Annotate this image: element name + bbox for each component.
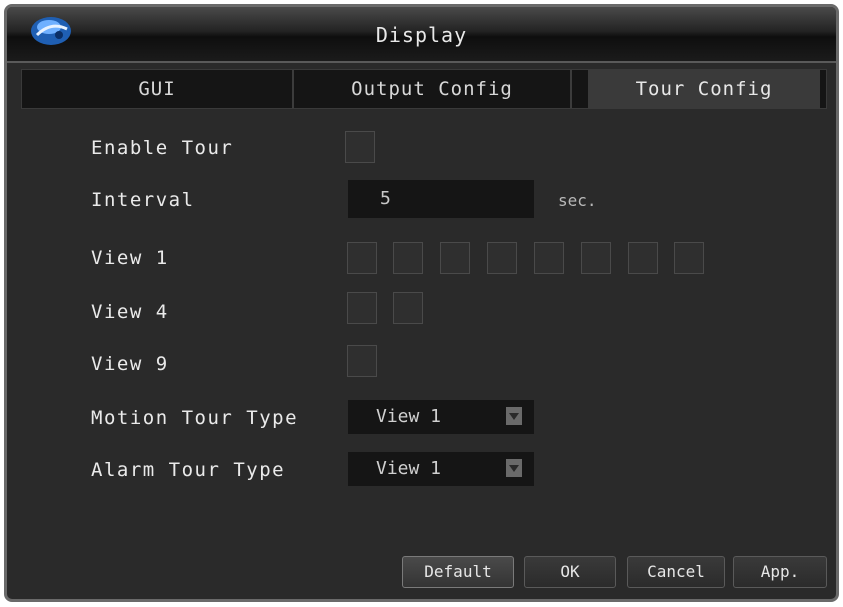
view4-channel-checkbox[interactable]	[347, 292, 377, 324]
default-button[interactable]: Default	[402, 556, 514, 588]
tab-bar: GUI Output Config Tour Config	[21, 69, 827, 109]
view1-label: View 1	[91, 247, 169, 269]
view1-channel-checkbox[interactable]	[393, 242, 423, 274]
dropdown-arrow-icon	[506, 459, 522, 477]
view1-channel-checkbox[interactable]	[628, 242, 658, 274]
alarm-tour-type-value: View 1	[376, 458, 442, 479]
enable-tour-checkbox[interactable]	[345, 131, 375, 163]
view9-label: View 9	[91, 353, 169, 375]
apply-button[interactable]: App.	[733, 556, 827, 588]
motion-tour-type-label: Motion Tour Type	[91, 407, 299, 429]
interval-label: Interval	[91, 189, 195, 211]
tab-gui[interactable]: GUI	[22, 70, 294, 108]
view4-label: View 4	[91, 301, 169, 323]
view1-channel-checkbox[interactable]	[347, 242, 377, 274]
view9-channel-checkbox[interactable]	[347, 345, 377, 377]
view4-channel-checkbox[interactable]	[393, 292, 423, 324]
cancel-button[interactable]: Cancel	[627, 556, 725, 588]
tab-output-config[interactable]: Output Config	[294, 70, 572, 108]
view1-channel-checkbox[interactable]	[487, 242, 517, 274]
motion-tour-type-select[interactable]: View 1	[348, 400, 534, 434]
interval-unit: sec.	[558, 191, 597, 210]
view1-channel-checkbox[interactable]	[674, 242, 704, 274]
view1-channel-checkbox[interactable]	[440, 242, 470, 274]
tab-tour-config[interactable]: Tour Config	[588, 70, 820, 108]
title-bar: Display	[7, 7, 836, 63]
display-window: Display GUI Output Config Tour Config En…	[4, 4, 839, 602]
dropdown-arrow-icon	[506, 407, 522, 425]
motion-tour-type-value: View 1	[376, 406, 442, 427]
alarm-tour-type-label: Alarm Tour Type	[91, 459, 286, 481]
window-title: Display	[375, 23, 468, 47]
alarm-tour-type-select[interactable]: View 1	[348, 452, 534, 486]
view1-channel-checkbox[interactable]	[581, 242, 611, 274]
enable-tour-label: Enable Tour	[91, 137, 234, 159]
interval-input[interactable]: 5	[348, 180, 534, 218]
view1-channel-checkbox[interactable]	[534, 242, 564, 274]
ok-button[interactable]: OK	[524, 556, 616, 588]
